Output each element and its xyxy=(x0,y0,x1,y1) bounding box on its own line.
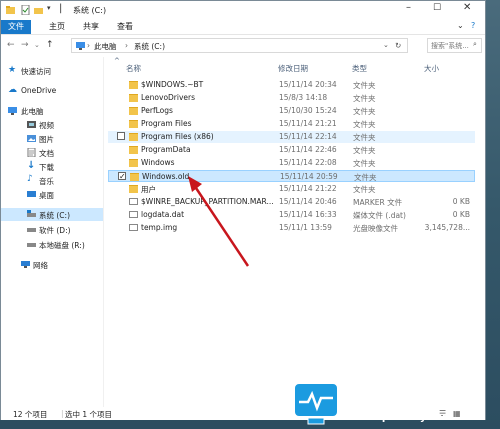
monitor-logo-icon xyxy=(293,382,339,425)
annotation-arrow xyxy=(188,176,250,267)
watermark-brand: 电脑百科知识 xyxy=(343,386,482,411)
watermark-logo: 电脑百科知识 www.pc-daily.com xyxy=(293,378,500,429)
watermark-url: www.pc-daily.com xyxy=(351,412,453,423)
